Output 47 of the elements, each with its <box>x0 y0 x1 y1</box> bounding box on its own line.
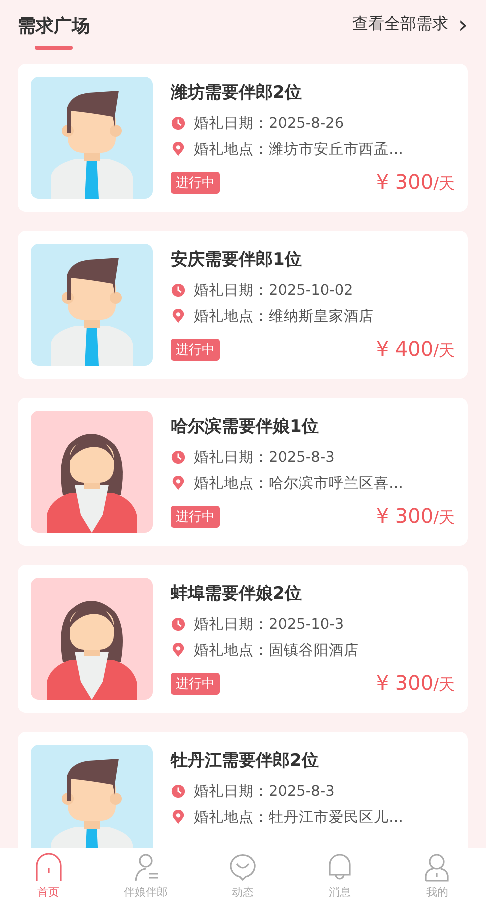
demand-card[interactable]: 潍坊需要伴郎2位 婚礼日期：2025-8-26 婚礼地点：潍坊市安丘市西孟… 进行中 ¥ 300/天 <box>18 64 468 212</box>
wedding-location: 婚礼地点：潍坊市安丘市西孟… <box>194 140 404 158</box>
wedding-location: 婚礼地点：维纳斯皇家酒店 <box>194 308 374 326</box>
status-badge: 进行中 <box>171 172 220 194</box>
view-all-link[interactable]: 查看全部需求 › <box>352 14 468 35</box>
demand-title: 牡丹江需要伴郎2位 <box>171 750 320 772</box>
wedding-date: 婚礼日期：2025-8-3 <box>194 448 335 466</box>
wedding-date: 婚礼日期：2025-8-3 <box>194 782 335 800</box>
arch-icon <box>34 852 64 882</box>
clock-icon <box>171 282 186 298</box>
demand-title: 蚌埠需要伴娘2位 <box>171 583 303 605</box>
price-unit: /天 <box>434 174 455 195</box>
location-pin-icon <box>171 476 186 490</box>
location-pin-icon <box>171 810 186 824</box>
price-unit: /天 <box>434 341 455 362</box>
wedding-date: 婚礼日期：2025-8-26 <box>194 114 344 132</box>
demand-card[interactable]: 蚌埠需要伴娘2位 婚礼日期：2025-10-3 婚礼地点：固镇谷阳酒店 进行中 ¥ 300/天 <box>18 565 468 713</box>
clock-icon <box>171 784 186 798</box>
demand-card[interactable]: 哈尔滨需要伴娘1位 婚礼日期：2025-8-3 婚礼地点：哈尔滨市呼兰区喜… 进行中 ¥ 300/天 <box>18 398 468 546</box>
status-badge: 进行中 <box>171 672 220 694</box>
demand-title: 哈尔滨需要伴娘1位 <box>171 416 320 438</box>
price: ¥ 300 <box>376 170 434 194</box>
price: ¥ 300 <box>376 671 434 695</box>
title-underline <box>35 46 73 50</box>
status-badge: 进行中 <box>171 506 220 528</box>
wedding-location: 婚礼地点：固镇谷阳酒店 <box>194 642 359 660</box>
price-unit: /天 <box>434 508 455 529</box>
wedding-location: 婚礼地点：哈尔滨市呼兰区喜… <box>194 474 404 492</box>
location-pin-icon <box>171 142 186 156</box>
location-pin-icon <box>171 308 186 324</box>
status-badge: 进行中 <box>171 338 220 360</box>
demand-card[interactable]: 安庆需要伴郎1位 婚礼日期：2025-10-02 婚礼地点：维纳斯皇家酒店 进行中 ¥ 400/天 <box>18 231 468 379</box>
wedding-date: 婚礼日期：2025-10-02 <box>194 282 354 300</box>
price: ¥ 400 <box>376 337 434 361</box>
price-unit: /天 <box>434 675 455 696</box>
location-pin-icon <box>171 642 186 658</box>
demand-title: 潍坊需要伴郎2位 <box>171 82 303 104</box>
price: ¥ 300 <box>376 504 434 528</box>
smile-bubble-icon <box>228 852 258 882</box>
clock-icon <box>171 116 186 130</box>
clock-icon <box>171 616 186 632</box>
demand-card[interactable]: 牡丹江需要伴郎2位 婚礼日期：2025-8-3 婚礼地点：牡丹江市爱民区儿… <box>18 732 468 848</box>
clock-icon <box>171 450 186 464</box>
demand-title: 安庆需要伴郎1位 <box>171 249 303 271</box>
wedding-date: 婚礼日期：2025-10-3 <box>194 616 344 634</box>
section-title: 需求广场 <box>18 15 90 38</box>
wedding-location: 婚礼地点：牡丹江市爱民区儿… <box>194 808 404 826</box>
